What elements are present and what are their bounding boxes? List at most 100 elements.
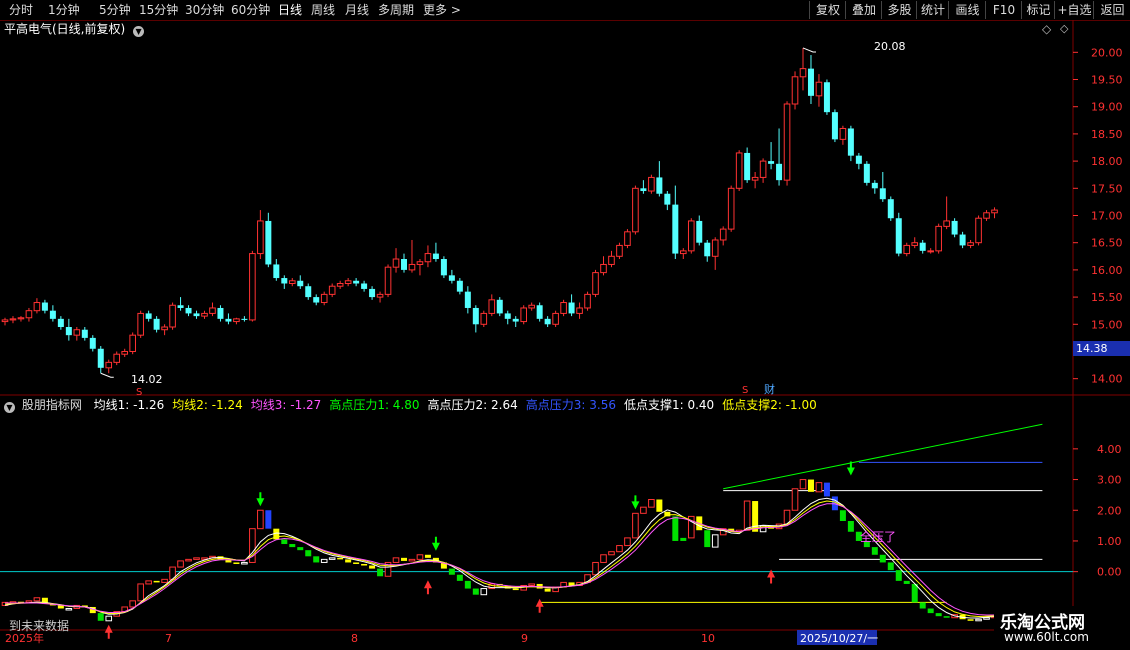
candle-30 <box>241 316 248 322</box>
statistics-button[interactable]: 统计 <box>916 1 949 19</box>
back-button[interactable]: 返回 <box>1093 1 1130 19</box>
indicator-bar-8 <box>65 608 73 611</box>
candle-83 <box>664 191 671 211</box>
candle-85 <box>680 248 687 260</box>
f10-button[interactable]: F10 <box>985 1 1022 19</box>
watermark-logo: 乐淘公式网 www.60lt.com <box>994 606 1130 650</box>
indicator-bar-102 <box>815 482 823 493</box>
candle-body-82 <box>656 177 663 194</box>
indicator-bars <box>1 479 1014 622</box>
tab-timeframe-daily[interactable]: 日线 <box>278 2 302 18</box>
main-y-tick-label-11: 19.50 <box>1091 74 1123 87</box>
candle-body-113 <box>903 244 911 255</box>
indicator-bar-113 <box>903 580 910 584</box>
candle-93 <box>744 147 751 183</box>
candle-24 <box>193 310 200 319</box>
candle-body-6 <box>49 310 56 319</box>
candle-body-93 <box>744 152 751 181</box>
ind-y-tick-label-1: 1.00 <box>1097 535 1122 548</box>
indicator-bar-105 <box>839 510 846 521</box>
candle-18 <box>145 310 152 322</box>
candle-body-13 <box>105 361 113 369</box>
mark-button[interactable]: 标记 <box>1021 1 1055 19</box>
tab-timeframe-monthly[interactable]: 月线 <box>345 2 369 18</box>
candle-body-8 <box>65 327 72 336</box>
chevron-down-icon[interactable]: ▼ <box>133 26 145 37</box>
candle-body-53 <box>424 253 432 263</box>
tab-timeframe-30min[interactable]: 30分钟 <box>185 2 224 18</box>
candle-51 <box>408 239 416 273</box>
candle-body-63 <box>504 313 511 319</box>
tab-timeframe-5min[interactable]: 5分钟 <box>99 2 131 18</box>
indicator-bar-44 <box>353 562 360 564</box>
indicator-bar-78 <box>624 537 631 547</box>
indicator-param-4: 高点压力2: 2.64 <box>427 398 518 412</box>
main-y-tick-label-9: 18.50 <box>1091 128 1123 141</box>
candle-39 <box>313 294 320 306</box>
time-label-jul: 7 <box>165 632 172 645</box>
tab-timeframe-60min[interactable]: 60分钟 <box>231 2 270 18</box>
tab-more[interactable]: 更多 > <box>423 2 461 18</box>
indicator-param-3: 高点压力1: 4.80 <box>329 398 420 412</box>
candle-body-28 <box>225 318 232 322</box>
candle-body-52 <box>416 261 424 265</box>
candle-body-30 <box>241 318 248 320</box>
indicator-bar-4 <box>33 597 41 602</box>
draw-line-button[interactable]: 画线 <box>948 1 986 19</box>
signal-marker-s-2: S <box>742 385 748 396</box>
multi-stock-button[interactable]: 多股 <box>881 1 917 19</box>
candle-35 <box>281 275 288 289</box>
candle-54 <box>432 242 439 262</box>
indicator-bar-112 <box>895 570 902 581</box>
candle-11 <box>89 335 96 352</box>
candle-112 <box>895 212 902 257</box>
candle-body-79 <box>632 187 639 233</box>
candle-body-65 <box>520 307 528 323</box>
candle-body-48 <box>384 266 392 295</box>
candle-44 <box>353 278 360 287</box>
tab-timeframe-fenshi[interactable]: 分时 <box>9 2 33 18</box>
finance-marker[interactable]: 财 <box>764 382 775 396</box>
overlay-button[interactable]: 叠加 <box>845 1 882 19</box>
diamond-icon[interactable]: ◇ <box>1042 22 1051 36</box>
main-y-tick-label-5: 16.50 <box>1091 237 1123 250</box>
candle-113 <box>903 242 911 257</box>
kline-chart[interactable]: 14.0014.5015.0015.5016.0016.5017.0017.50… <box>0 20 1130 650</box>
candle-body-62 <box>496 299 503 314</box>
candle-body-111 <box>887 199 894 219</box>
indicator-title-row: ▼ 股朋指标网 均线1: -1.26 均线2: -1.24 均线3: -1.27 高点… <box>4 397 817 413</box>
tab-multi-period[interactable]: 多周期 <box>378 2 414 18</box>
indicator-bar-123 <box>983 617 990 620</box>
candle-115 <box>919 239 926 254</box>
candle-21 <box>169 302 176 330</box>
buy-signal-arrow-2 <box>431 536 440 551</box>
candle-59 <box>472 305 479 333</box>
tab-timeframe-15min[interactable]: 15分钟 <box>139 2 178 18</box>
indicator-bar-37 <box>297 547 304 551</box>
candle-body-106 <box>847 128 854 156</box>
candle-body-31 <box>249 253 256 321</box>
candle-body-115 <box>919 242 926 251</box>
candle-95 <box>759 158 767 183</box>
candle-body-86 <box>687 220 695 252</box>
candle-body-3 <box>25 310 33 319</box>
adjust-button[interactable]: 复权 <box>809 1 846 19</box>
add-watchlist-button[interactable]: +自选 <box>1054 1 1094 19</box>
candle-124 <box>991 207 998 219</box>
candle-8 <box>65 318 72 341</box>
candle-body-108 <box>863 163 870 183</box>
candle-42 <box>336 280 344 289</box>
buy-signal-arrow-1 <box>256 492 265 507</box>
tab-timeframe-weekly[interactable]: 周线 <box>311 2 335 18</box>
indicator-bar-36 <box>289 544 296 548</box>
time-label-aug: 8 <box>351 632 358 645</box>
candle-111 <box>887 196 894 221</box>
chevron-down-icon[interactable]: ▼ <box>4 402 15 413</box>
ind-y-tick-label-0: 0.00 <box>1097 566 1122 579</box>
stock-title-row: 平高电气(日线,前复权) ▼ <box>4 21 145 37</box>
expand-icon[interactable]: ◇ <box>1060 22 1068 35</box>
candle-body-35 <box>281 278 288 284</box>
indicator-bar-114 <box>911 583 918 603</box>
tab-timeframe-1min[interactable]: 1分钟 <box>48 2 80 18</box>
candle-40 <box>320 291 328 306</box>
